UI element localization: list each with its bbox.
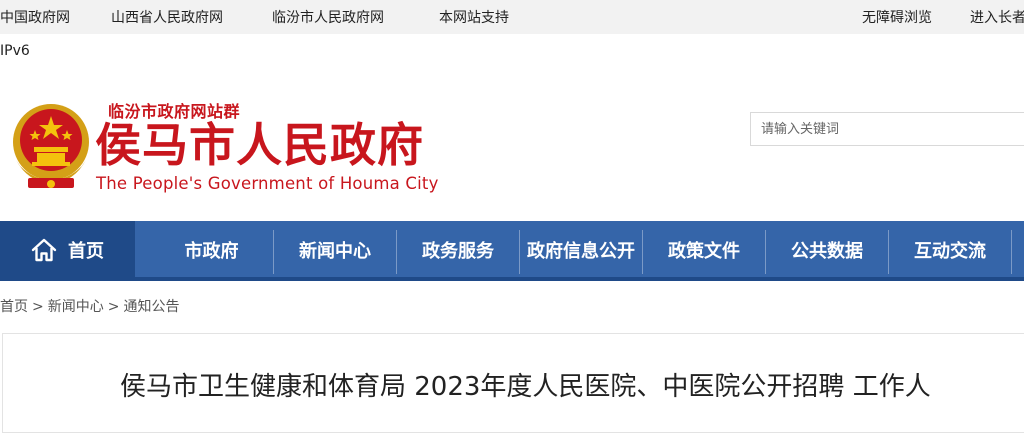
top-utility-bar: 中国政府网 山西省人民政府网 临汾市人民政府网 本网站支持 无障碍浏览 进入长者 — [0, 0, 1024, 34]
breadcrumb: 首页 > 新闻中心 > 通知公告 — [0, 296, 179, 316]
breadcrumb-notices[interactable]: 通知公告 — [123, 299, 179, 315]
link-site-support[interactable]: 本网站支持 — [439, 7, 509, 27]
link-central-gov[interactable]: 中国政府网 — [0, 7, 70, 27]
nav-item-info-disclosure[interactable]: 政府信息公开 — [520, 221, 642, 278]
home-icon — [31, 238, 57, 261]
nav-home-label: 首页 — [68, 240, 104, 262]
nav-item-news[interactable]: 新闻中心 — [274, 221, 396, 278]
nav-item-city-gov[interactable]: 市政府 — [150, 221, 273, 278]
site-title: 侯马市人民政府 — [95, 118, 424, 172]
nav-divider — [1011, 230, 1012, 274]
nav-item-gov-services[interactable]: 政务服务 — [397, 221, 519, 278]
nav-item-interaction[interactable]: 互动交流 — [889, 221, 1011, 278]
link-shanxi-gov[interactable]: 山西省人民政府网 — [111, 7, 223, 27]
article-title: 侯马市卫生健康和体育局 2023年度人民医院、中医院公开招聘 工作人 — [120, 372, 931, 402]
link-linfen-gov[interactable]: 临汾市人民政府网 — [272, 7, 384, 27]
breadcrumb-separator: > — [107, 299, 120, 315]
breadcrumb-home[interactable]: 首页 — [0, 299, 28, 315]
breadcrumb-separator: > — [32, 299, 44, 315]
breadcrumb-news[interactable]: 新闻中心 — [48, 299, 104, 315]
elder-mode-link[interactable]: 进入长者 — [970, 7, 1024, 27]
national-emblem-icon — [13, 104, 89, 188]
site-title-english: The People's Government of Houma City — [96, 174, 439, 193]
nav-item-home[interactable]: 首页 — [0, 221, 135, 278]
search-box — [750, 112, 1024, 146]
accessibility-link[interactable]: 无障碍浏览 — [862, 7, 932, 27]
main-nav: 市政府 新闻中心 政务服务 政府信息公开 政策文件 公共数据 互动交流 — [0, 221, 1024, 281]
nav-underline — [0, 277, 1024, 281]
nav-item-public-data[interactable]: 公共数据 — [766, 221, 888, 278]
search-input[interactable] — [751, 113, 1024, 145]
nav-item-policy-docs[interactable]: 政策文件 — [643, 221, 765, 278]
ipv6-badge: IPv6 — [0, 43, 30, 59]
